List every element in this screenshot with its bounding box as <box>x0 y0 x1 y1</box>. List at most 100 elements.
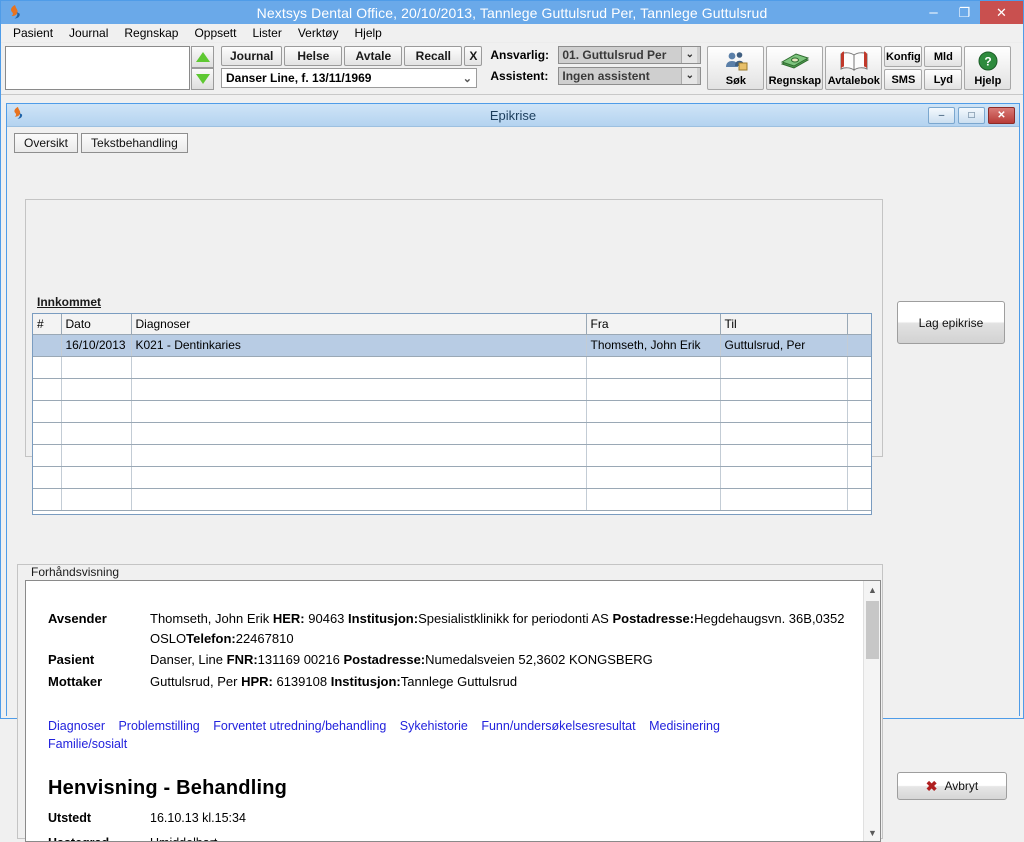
regnskap-button[interactable]: Regnskap <box>766 46 824 90</box>
avtalebok-button[interactable]: Avtalebok <box>825 46 883 90</box>
main-title-bar: Nextsys Dental Office, 20/10/2013, Tannl… <box>1 1 1023 24</box>
link-diagnoser[interactable]: Diagnoser <box>48 719 105 733</box>
cell-fra <box>586 378 721 401</box>
column-header-til[interactable]: Til <box>720 314 848 335</box>
scrollbar-thumb[interactable] <box>866 601 879 659</box>
table-row[interactable] <box>33 466 871 489</box>
nav-previous-button[interactable] <box>191 46 214 68</box>
tab-journal[interactable]: Journal <box>221 46 283 66</box>
pasient-value: Danser, Line FNR:131169 00216 Postadress… <box>150 650 848 670</box>
menu-item-pasient[interactable]: Pasient <box>5 24 61 42</box>
link-medisinering[interactable]: Medisinering <box>649 719 720 733</box>
help-question-icon: ? <box>977 50 999 75</box>
restore-button[interactable]: ❐ <box>949 1 980 24</box>
link-forventet-utredning-behandling[interactable]: Forventet utredning/behandling <box>213 719 386 733</box>
cell-til <box>720 488 848 511</box>
table-row[interactable] <box>33 422 871 445</box>
cell-til <box>720 466 848 489</box>
table-row[interactable]: 16/10/2013 K021 - Dentinkaries Thomseth,… <box>33 334 871 357</box>
innkommet-legend: Innkommet <box>33 295 106 309</box>
hjelp-button[interactable]: ? Hjelp <box>964 46 1012 90</box>
table-header-row: # Dato Diagnoser Fra Til <box>33 314 871 335</box>
menu-item-hjelp[interactable]: Hjelp <box>347 24 390 42</box>
money-icon <box>780 47 810 75</box>
main-toolbar: Journal Helse Avtale Recall X Danser Lin… <box>1 43 1023 95</box>
cell-pad <box>847 444 871 467</box>
triangle-down-icon <box>195 74 210 84</box>
menu-item-journal[interactable]: Journal <box>61 24 116 42</box>
avsender-postadresse-label: Postadresse: <box>612 611 695 626</box>
sok-button[interactable]: Søk <box>707 46 765 90</box>
patient-search-input[interactable] <box>5 46 190 90</box>
table-row[interactable] <box>33 444 871 467</box>
text-button-row-1: Konfig Mld <box>884 46 963 67</box>
book-icon <box>838 47 870 75</box>
link-funn-undersokelsesresultat[interactable]: Funn/undersøkelsesresultat <box>481 719 635 733</box>
cell-num <box>33 400 62 423</box>
avsender-name: Thomseth, John Erik <box>150 611 270 626</box>
pasient-label: Pasient <box>48 652 95 667</box>
assistent-dropdown[interactable]: Ingen assistent ⌄ <box>558 67 702 85</box>
application-window: Nextsys Dental Office, 20/10/2013, Tannl… <box>0 0 1024 842</box>
mottaker-name: Guttulsrud, Per <box>150 673 238 689</box>
preview-scrollbar[interactable]: ▲ ▼ <box>863 581 880 841</box>
mottaker-hpr-label: HPR: <box>241 673 273 689</box>
chevron-down-icon[interactable]: ▼ <box>864 824 880 841</box>
link-problemstilling[interactable]: Problemstilling <box>118 719 199 733</box>
cell-pad <box>847 466 871 489</box>
avbryt-button[interactable]: ✖ Avbryt <box>897 772 1007 800</box>
menu-item-verktoy[interactable]: Verktøy <box>290 24 347 42</box>
column-header-dato[interactable]: Dato <box>61 314 132 335</box>
link-sykehistorie[interactable]: Sykehistorie <box>400 719 468 733</box>
cell-pad <box>847 334 871 357</box>
cell-pad <box>847 356 871 379</box>
tab-recall[interactable]: Recall <box>404 46 463 66</box>
triangle-up-icon <box>195 52 210 62</box>
utstedt-row: Utstedt 16.10.13 kl.15:34 <box>48 809 848 828</box>
minimize-button[interactable]: – <box>918 1 949 24</box>
column-header-diagnoser[interactable]: Diagnoser <box>131 314 587 335</box>
close-button[interactable]: ✕ <box>980 1 1023 24</box>
chevron-up-icon[interactable]: ▲ <box>864 581 880 598</box>
tab-oversikt[interactable]: Oversikt <box>14 133 79 153</box>
table-row[interactable] <box>33 488 871 511</box>
tab-avtale[interactable]: Avtale <box>344 46 403 66</box>
patient-search-group <box>5 46 215 90</box>
tab-tekstbehandling[interactable]: Tekstbehandling <box>81 133 188 153</box>
mottaker-hpr-value: 6139108 <box>276 673 328 689</box>
link-familie-sosialt[interactable]: Familie/sosialt <box>48 737 127 751</box>
page-title: Nextsys Dental Office, 20/10/2013, Tannl… <box>256 4 768 21</box>
table-row[interactable] <box>33 356 871 379</box>
tab-close-x[interactable]: X <box>464 46 483 66</box>
table-row[interactable] <box>33 378 871 401</box>
cell-fra <box>586 400 721 423</box>
mld-button[interactable]: Mld <box>924 46 963 67</box>
lag-epikrise-button[interactable]: Lag epikrise <box>897 301 1005 344</box>
sms-button[interactable]: SMS <box>884 69 923 90</box>
chevron-down-icon: ⌄ <box>462 72 472 85</box>
cell-diagnoser: K021 - Dentinkaries <box>131 334 587 357</box>
menu-item-oppsett[interactable]: Oppsett <box>186 24 244 42</box>
menu-item-lister[interactable]: Lister <box>244 24 289 42</box>
column-header-fra[interactable]: Fra <box>586 314 721 335</box>
patient-select-dropdown[interactable]: Danser Line, f. 13/11/1969 ⌄ <box>221 68 477 88</box>
cell-diagnoser <box>131 378 587 401</box>
cell-dato <box>61 466 132 489</box>
menu-item-regnskap[interactable]: Regnskap <box>116 24 186 42</box>
avsender-row: Avsender Thomseth, John Erik HER: 90463 … <box>48 609 848 648</box>
lyd-button[interactable]: Lyd <box>924 69 963 90</box>
column-header-num[interactable]: # <box>33 314 62 335</box>
innkommet-table[interactable]: # Dato Diagnoser Fra Til 16/10/2013 K021… <box>32 313 872 515</box>
cell-dato: 16/10/2013 <box>61 334 132 357</box>
preview-panel: Avsender Thomseth, John Erik HER: 90463 … <box>25 580 881 842</box>
ansvarlig-dropdown[interactable]: 01. Guttulsrud Per ⌄ <box>558 46 702 64</box>
ansvarlig-label: Ansvarlig: <box>490 48 550 62</box>
table-row[interactable] <box>33 400 871 423</box>
epikrise-title-text: Epikrise <box>489 107 537 123</box>
record-section: Journal Helse Avtale Recall X Danser Lin… <box>221 46 483 88</box>
regnskap-label: Regnskap <box>768 75 822 87</box>
nav-next-button[interactable] <box>191 68 214 90</box>
tab-helse[interactable]: Helse <box>284 46 343 66</box>
konfig-button[interactable]: Konfig <box>884 46 923 67</box>
hastegrad-label: Hastegrad <box>48 834 150 841</box>
